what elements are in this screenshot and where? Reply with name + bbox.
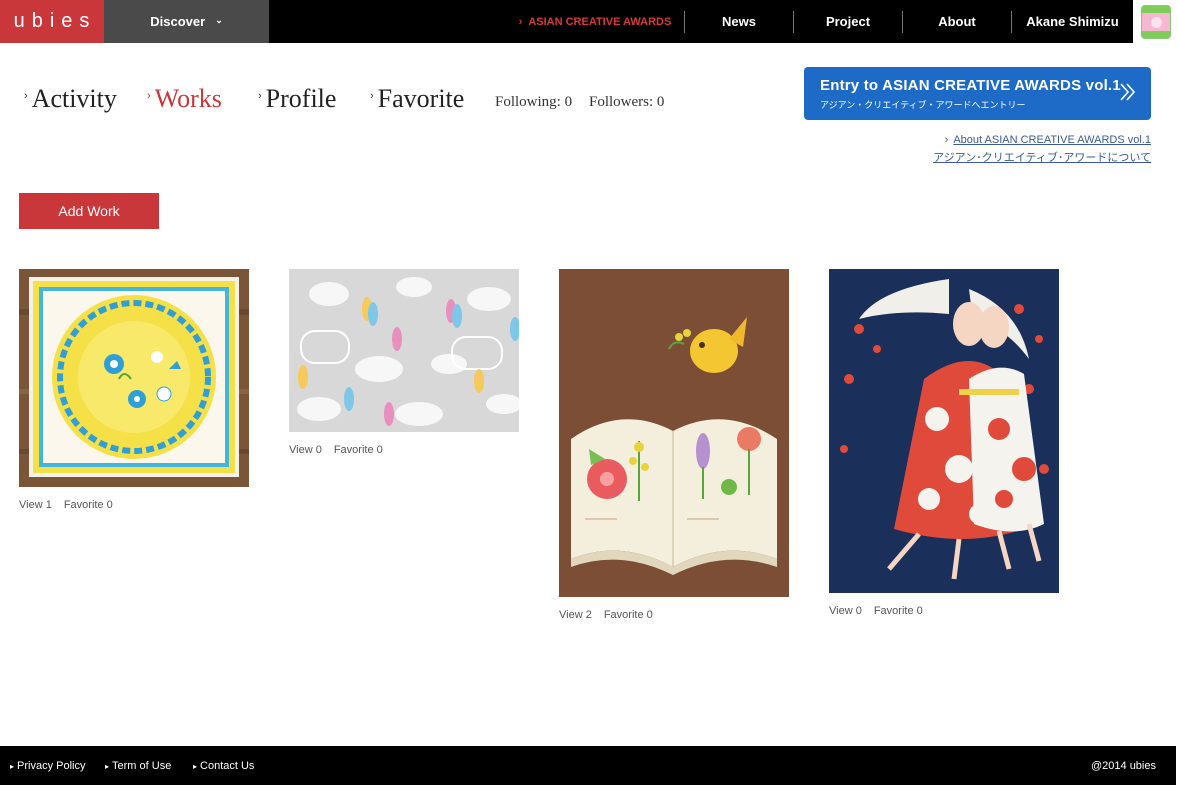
- ubies-logo[interactable]: ubies: [0, 0, 104, 43]
- double-chevron-right-icon: [1119, 81, 1137, 107]
- footer-contact-us-link[interactable]: ▸ Contact Us: [193, 760, 254, 772]
- work-card[interactable]: View 1 Favorite 0: [19, 269, 249, 511]
- view-count: View 1: [19, 499, 52, 511]
- chevron-right-icon: ›: [518, 15, 523, 28]
- nav-user-name[interactable]: Akane Shimizu: [1012, 0, 1133, 43]
- work-stats: View 1 Favorite 0: [19, 499, 249, 511]
- triangle-right-icon: ▸: [193, 762, 198, 771]
- entry-subtitle: アジアン・クリエイティブ・アワードへエントリー: [820, 100, 1026, 110]
- entry-title: Entry to ASIAN CREATIVE AWARDS vol.1: [820, 77, 1121, 94]
- work-stats: View 2 Favorite 0: [559, 609, 789, 621]
- avatar: [1140, 4, 1171, 39]
- chevron-down-icon: ⌄: [215, 15, 223, 25]
- discover-menu-button[interactable]: Discover ⌄: [104, 0, 269, 43]
- view-count: View 2: [559, 609, 592, 621]
- favorite-count: Favorite 0: [873, 605, 923, 617]
- about-awards-link[interactable]: › About ASIAN CREATIVE AWARDS vol.1 アジアン･…: [933, 131, 1151, 167]
- tab-works[interactable]: › Works: [147, 84, 222, 114]
- footer-privacy-policy-link[interactable]: ▸ Privacy Policy: [10, 760, 85, 772]
- work-thumbnail[interactable]: [829, 269, 1059, 593]
- about-link-line2: アジアン･クリエイティブ･アワードについて: [933, 152, 1151, 164]
- entry-awards-button[interactable]: Entry to ASIAN CREATIVE AWARDS vol.1 アジア…: [804, 67, 1151, 120]
- work-stats: View 0 Favorite 0: [829, 605, 1059, 617]
- tab-profile-label: Profile: [265, 84, 337, 113]
- view-count: View 0: [289, 444, 322, 456]
- chevron-right-icon: ›: [370, 90, 374, 102]
- tab-activity[interactable]: › Activity: [24, 84, 117, 114]
- work-card[interactable]: View 0 Favorite 0: [829, 269, 1059, 617]
- footer: ▸ Privacy Policy ▸ Term of Use ▸ Contact Us…: [0, 746, 1176, 785]
- favorite-count: Favorite 0: [603, 609, 653, 621]
- chevron-right-icon: ›: [24, 90, 28, 102]
- add-work-button[interactable]: Add Work: [19, 193, 159, 229]
- triangle-right-icon: ▸: [10, 762, 15, 771]
- nav-news[interactable]: News: [685, 0, 793, 43]
- nav-about[interactable]: About: [903, 0, 1011, 43]
- footer-link-label: Contact Us: [200, 760, 255, 772]
- favorite-count: Favorite 0: [333, 444, 383, 456]
- tab-favorite-label: Favorite: [377, 84, 465, 113]
- work-thumbnail[interactable]: [289, 269, 519, 432]
- nav-awards-label: ASIAN CREATIVE AWARDS: [528, 15, 672, 28]
- work-card[interactable]: View 0 Favorite 0: [289, 269, 519, 456]
- following-count[interactable]: Following: 0: [495, 94, 572, 111]
- favorite-count: Favorite 0: [63, 499, 113, 511]
- work-card[interactable]: View 2 Favorite 0: [559, 269, 789, 621]
- tab-activity-label: Activity: [31, 84, 117, 113]
- chevron-right-icon: ›: [944, 134, 949, 146]
- user-avatar-button[interactable]: [1133, 0, 1178, 43]
- discover-label: Discover: [150, 14, 206, 29]
- top-navigation-bar: ubies Discover ⌄ › ASIAN CREATIVE AWARDS…: [0, 0, 1178, 43]
- tab-favorite[interactable]: › Favorite: [370, 84, 464, 114]
- view-count: View 0: [829, 605, 862, 617]
- nav-asian-creative-awards[interactable]: › ASIAN CREATIVE AWARDS: [505, 0, 685, 43]
- about-link-line1: About ASIAN CREATIVE AWARDS vol.1: [953, 134, 1151, 146]
- tab-profile[interactable]: › Profile: [258, 84, 336, 114]
- nav-project[interactable]: Project: [794, 0, 902, 43]
- work-stats: View 0 Favorite 0: [289, 444, 519, 456]
- footer-link-label: Term of Use: [112, 760, 172, 772]
- followers-count[interactable]: Followers: 0: [589, 94, 664, 111]
- work-thumbnail[interactable]: [559, 269, 789, 597]
- footer-term-of-use-link[interactable]: ▸ Term of Use: [105, 760, 171, 772]
- chevron-right-icon: ›: [258, 90, 262, 102]
- chevron-right-icon: ›: [147, 90, 151, 102]
- tab-works-label: Works: [154, 84, 222, 113]
- triangle-right-icon: ▸: [105, 762, 110, 771]
- copyright-text: @2014 ubies: [1091, 760, 1156, 772]
- work-thumbnail[interactable]: [19, 269, 249, 487]
- footer-link-label: Privacy Policy: [17, 760, 86, 772]
